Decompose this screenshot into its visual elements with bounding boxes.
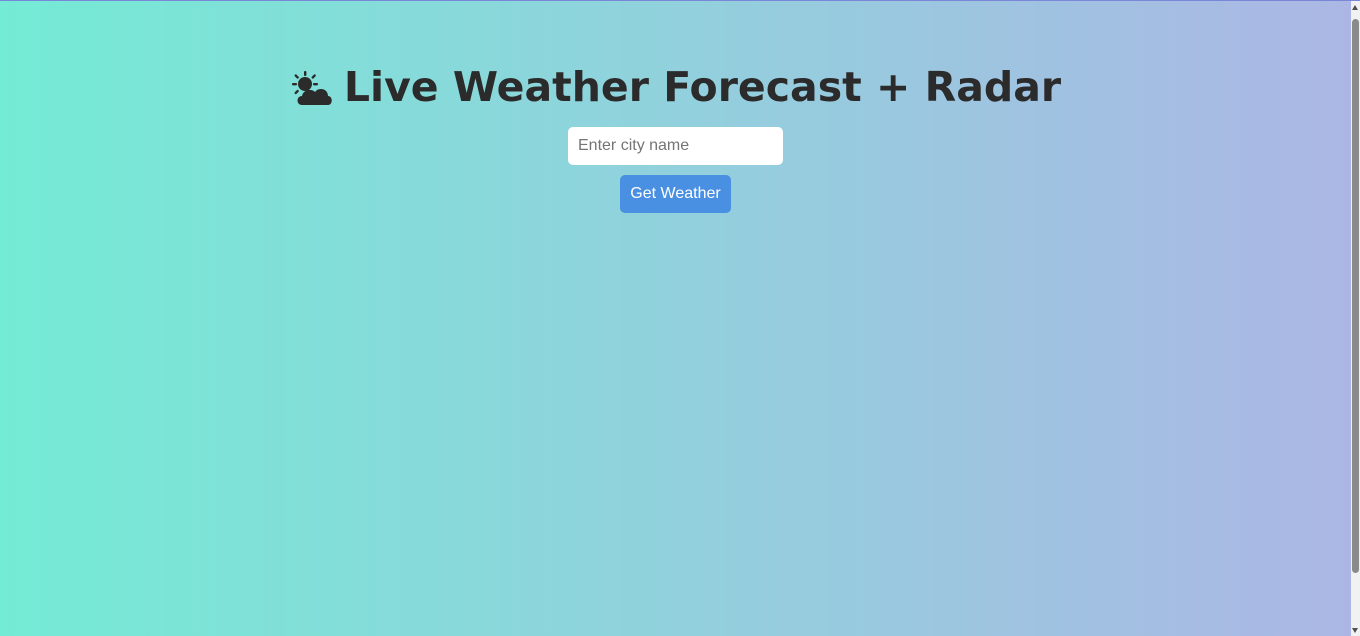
page-title-text: Live Weather Forecast + Radar (343, 63, 1062, 111)
weather-app: Live Weather Forecast + Radar Get Weathe… (0, 1, 1351, 636)
get-weather-button[interactable]: Get Weather (620, 175, 731, 213)
page-title: Live Weather Forecast + Radar (0, 59, 1351, 115)
scroll-up-arrow-icon[interactable] (1352, 5, 1358, 10)
city-search-input[interactable] (568, 127, 783, 165)
scrollbar-thumb[interactable] (1352, 19, 1359, 573)
vertical-scrollbar[interactable] (1351, 1, 1360, 636)
sun-behind-cloud-icon (290, 67, 334, 107)
scroll-down-arrow-icon[interactable] (1352, 628, 1358, 633)
